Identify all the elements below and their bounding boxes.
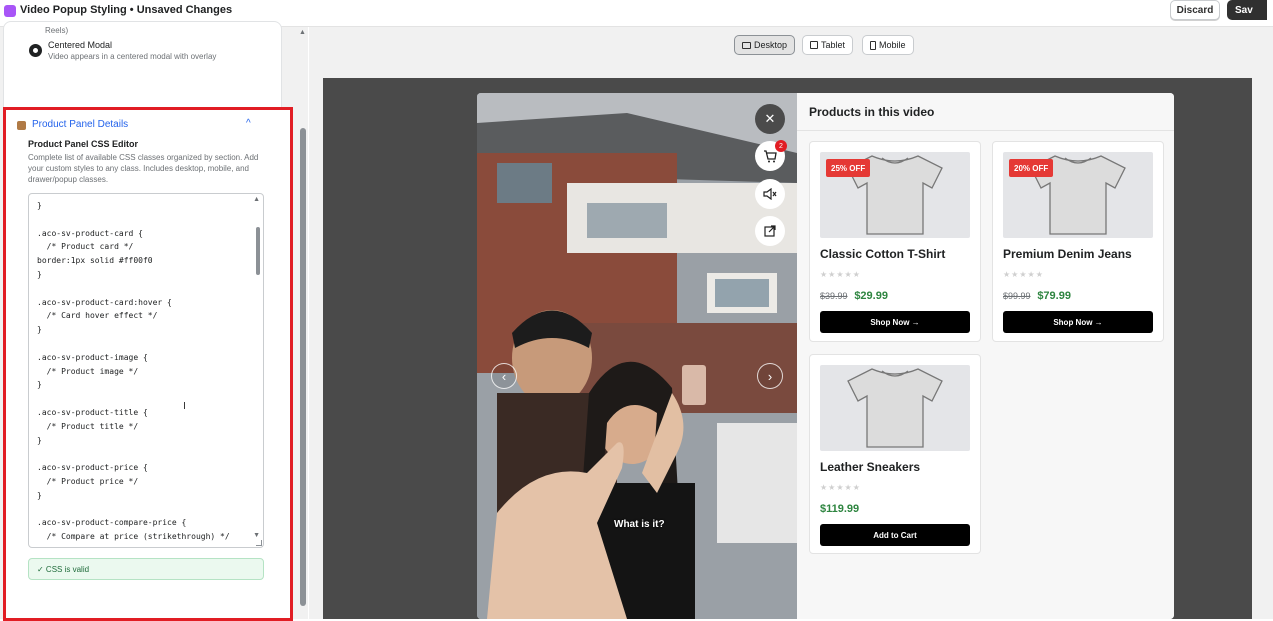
mobile-button[interactable]: Mobile <box>862 35 914 55</box>
next-video-icon[interactable]: › <box>757 363 783 389</box>
close-icon[interactable]: ✕ <box>755 104 785 134</box>
text-cursor-icon: I <box>183 401 186 412</box>
tablet-label: Tablet <box>821 40 846 50</box>
rating-stars: ★★★★★ <box>1003 270 1044 279</box>
products-divider <box>797 130 1174 131</box>
mobile-label: Mobile <box>879 40 906 50</box>
video-player[interactable]: ✕ 2 ‹ › What is it? <box>477 93 797 619</box>
panel-scrollbar[interactable]: ▲ <box>299 27 307 619</box>
previous-video-icon[interactable]: ‹ <box>491 363 517 389</box>
css-valid-message: ✓ CSS is valid <box>28 558 264 580</box>
editor-scroll-up-icon[interactable]: ▲ <box>253 196 260 203</box>
preview-area: Desktop Tablet Mobile ✕ 2 ‹ › What is it… <box>309 27 1273 619</box>
tablet-icon <box>810 41 818 49</box>
phone-icon <box>870 40 876 50</box>
products-heading: Products in this video <box>809 105 935 119</box>
chevron-up-icon[interactable]: ^ <box>246 118 251 129</box>
external-link-icon[interactable] <box>755 216 785 246</box>
product-price: $79.99 <box>1037 290 1071 302</box>
add-to-cart-button[interactable]: Add to Cart <box>820 524 970 546</box>
centered-modal-label: Centered Modal <box>48 40 113 50</box>
product-image[interactable] <box>820 365 970 451</box>
rating-stars: ★★★★★ <box>820 483 861 492</box>
product-title[interactable]: Premium Denim Jeans <box>1003 247 1132 261</box>
product-image[interactable]: 20% OFF <box>1003 152 1153 238</box>
shop-now-button[interactable]: Shop Now → <box>1003 311 1153 333</box>
previous-option-text: Reels) <box>45 26 69 35</box>
save-button[interactable]: Sav <box>1227 0 1267 20</box>
discount-badge: 20% OFF <box>1009 159 1054 177</box>
product-card[interactable]: Leather Sneakers ★★★★★ $119.99 Add to Ca… <box>809 354 981 554</box>
panel-scrollbar-thumb[interactable] <box>300 128 306 606</box>
css-editor[interactable]: } .aco-sv-product-card { /* Product card… <box>28 193 264 548</box>
popup-overlay: ✕ 2 ‹ › What is it? Products in this vid… <box>323 78 1252 619</box>
desktop-label: Desktop <box>754 40 788 50</box>
css-editor-description: Complete list of available CSS classes o… <box>28 153 259 184</box>
shop-now-button[interactable]: Shop Now → <box>820 311 970 333</box>
centered-modal-radio[interactable] <box>29 44 42 57</box>
compare-price: $39.99 <box>820 291 848 301</box>
css-code[interactable]: } .aco-sv-product-card { /* Product card… <box>37 199 249 544</box>
package-icon <box>17 121 26 130</box>
editor-scrollbar-thumb[interactable] <box>256 227 260 275</box>
compare-price: $99.99 <box>1003 291 1031 301</box>
discard-button[interactable]: Discard <box>1170 0 1220 20</box>
monitor-icon <box>742 41 751 49</box>
product-title[interactable]: Classic Cotton T-Shirt <box>820 247 945 261</box>
page-title: Video Popup Styling • Unsaved Changes <box>20 4 233 16</box>
editor-resize-handle[interactable] <box>256 540 262 546</box>
display-mode-card: Reels) Centered Modal Video appears in a… <box>3 21 282 121</box>
editor-scroll-down-icon[interactable]: ▼ <box>253 532 260 539</box>
centered-modal-description: Video appears in a centered modal with o… <box>48 52 217 61</box>
product-price: $29.99 <box>854 290 888 302</box>
device-toggle-bar: Desktop Tablet Mobile <box>309 27 1251 63</box>
product-card[interactable]: 25% OFF Classic Cotton T-Shirt ★★★★★ $39… <box>809 141 981 342</box>
price-row: $99.99 $79.99 <box>1003 290 1071 302</box>
mute-icon[interactable] <box>755 179 785 209</box>
price-row: $119.99 <box>820 503 859 515</box>
product-panel-details-card: Product Panel Details ^ Product Panel CS… <box>3 107 293 621</box>
rating-stars: ★★★★★ <box>820 270 861 279</box>
cart-count-badge: 2 <box>775 140 787 152</box>
discount-badge: 25% OFF <box>826 159 871 177</box>
product-price: $119.99 <box>820 503 860 515</box>
css-editor-heading: Product Panel CSS Editor <box>28 139 139 149</box>
tshirt-icon <box>847 368 943 448</box>
product-panel-details-toggle[interactable]: Product Panel Details <box>32 119 128 130</box>
video-popup-modal: ✕ 2 ‹ › What is it? Products in this vid… <box>477 93 1174 619</box>
product-title[interactable]: Leather Sneakers <box>820 460 920 474</box>
video-caption: What is it? <box>614 519 665 530</box>
video-frame-image <box>477 93 797 619</box>
panel-scroll-up-icon[interactable]: ▲ <box>299 29 306 36</box>
product-image[interactable]: 25% OFF <box>820 152 970 238</box>
tablet-button[interactable]: Tablet <box>802 35 854 55</box>
product-panel: Products in this video 25% OFF Classic C… <box>797 93 1174 619</box>
settings-panel: Reels) Centered Modal Video appears in a… <box>0 21 308 621</box>
price-row: $39.99 $29.99 <box>820 290 888 302</box>
desktop-button[interactable]: Desktop <box>734 35 796 55</box>
product-card[interactable]: 20% OFF Premium Denim Jeans ★★★★★ $99.99… <box>992 141 1164 342</box>
app-icon <box>4 5 16 17</box>
